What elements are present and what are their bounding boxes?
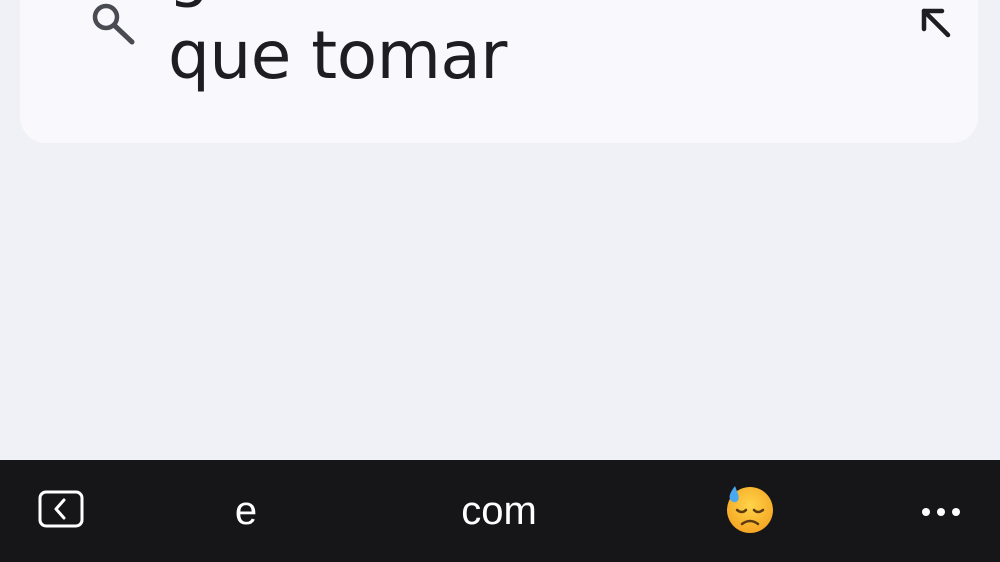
keyboard-back-icon — [37, 489, 85, 533]
search-suggestion-text[interactable]: ganas de que tomar — [168, 0, 868, 98]
keyboard-suggestion-bar: e com — [0, 460, 1000, 562]
arrow-up-left-icon — [916, 3, 956, 47]
fill-query-button[interactable] — [905, 0, 967, 56]
search-icon — [88, 0, 138, 46]
keyboard-back-button[interactable] — [20, 460, 102, 562]
suggestion-line: ganas de — [168, 0, 868, 14]
search-suggestion-card[interactable]: ganas de que tomar — [20, 0, 978, 143]
more-horizontal-icon — [921, 502, 961, 521]
suggestion-line: que tomar — [168, 17, 507, 94]
emoji-suggestion[interactable] — [712, 460, 788, 562]
more-options-button[interactable] — [900, 460, 982, 562]
downcast-face-with-sweat-emoji — [724, 483, 776, 539]
word-suggestion[interactable]: e — [196, 460, 296, 562]
content-area — [0, 143, 1000, 460]
word-suggestion[interactable]: com — [420, 460, 578, 562]
